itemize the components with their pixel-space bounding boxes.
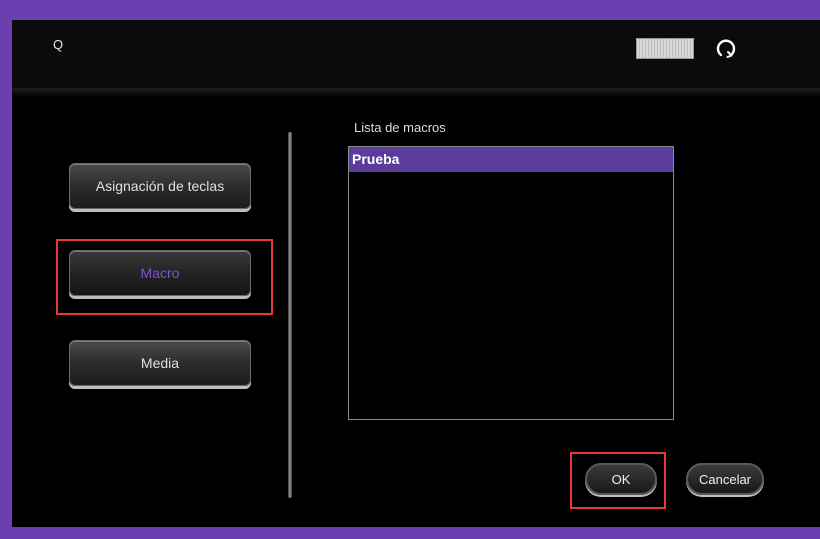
keyboard-thumbnail-icon[interactable]: [636, 38, 694, 59]
titlebar-divider: [12, 88, 820, 96]
sidebar-item-label: Media: [140, 355, 180, 371]
sidebar-item-label: Asignación de teclas: [95, 178, 225, 194]
refresh-icon[interactable]: [715, 37, 737, 59]
cancel-button-label: Cancelar: [698, 471, 752, 487]
vertical-divider: [288, 132, 292, 498]
macro-list-label: Lista de macros: [354, 120, 446, 135]
list-item[interactable]: Prueba: [349, 147, 673, 172]
macro-list[interactable]: Prueba: [348, 146, 674, 420]
cancel-button[interactable]: Cancelar: [686, 463, 764, 495]
settings-window: Q Asignación de teclas Macro Media Lista…: [12, 20, 820, 527]
title-bar: Q: [12, 20, 820, 88]
sidebar-item-key-assignment[interactable]: Asignación de teclas: [69, 163, 251, 209]
highlight-box-ok: [570, 452, 666, 509]
highlight-box-macro: [56, 239, 273, 315]
sidebar-item-media[interactable]: Media: [69, 340, 251, 386]
app-title: Q: [53, 37, 64, 52]
